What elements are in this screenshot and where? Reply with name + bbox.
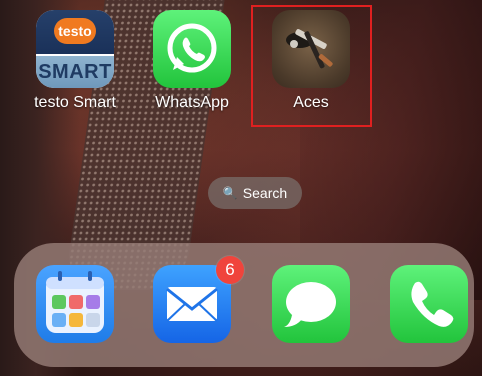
spotlight-search-button[interactable]: 🔍 Search: [208, 177, 302, 209]
calendar-grid-icon[interactable]: [36, 265, 114, 343]
app-testo-smart[interactable]: testo SMART testo Smart: [20, 10, 130, 112]
whatsapp-glyph: [167, 23, 217, 73]
mail-unread-badge: 6: [216, 256, 244, 284]
phone-handset-glyph: [411, 281, 454, 327]
whatsapp-icon[interactable]: [153, 10, 231, 88]
search-label: Search: [242, 185, 288, 201]
testo-smart-wordmark: SMART: [36, 56, 114, 88]
calendar-grid-glyph: [46, 271, 104, 333]
testo-logo: testo: [54, 18, 96, 44]
search-icon: 🔍: [222, 186, 238, 200]
phone-icon[interactable]: [390, 265, 468, 343]
messages-bubble-glyph: [284, 282, 336, 327]
testo-icon-top: testo: [36, 10, 114, 54]
app-label-whatsapp: WhatsApp: [155, 94, 229, 111]
aces-highlight-box: [251, 5, 372, 127]
messages-icon[interactable]: [272, 265, 350, 343]
home-screen: testo SMART testo Smart WhatsApp Aces 🔍 …: [0, 0, 482, 376]
app-label-testo-smart: testo Smart: [34, 94, 116, 111]
app-whatsapp[interactable]: WhatsApp: [137, 10, 247, 112]
testo-smart-icon[interactable]: testo SMART: [36, 10, 114, 88]
